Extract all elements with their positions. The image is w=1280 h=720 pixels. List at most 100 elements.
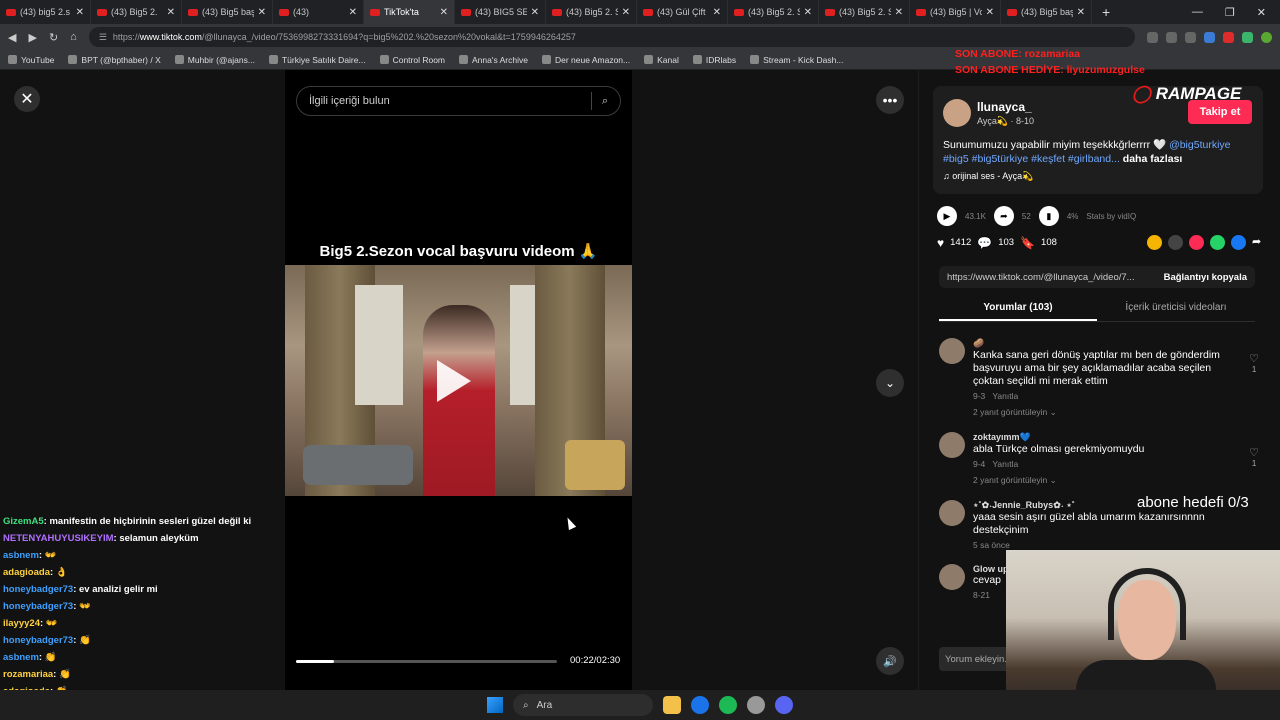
browser-tab[interactable]: (43) Big5 | Vo ✕ bbox=[910, 0, 1001, 24]
chat-user[interactable]: NETENYAHUYUSIKEYIM bbox=[3, 533, 114, 544]
close-tab-icon[interactable]: ✕ bbox=[804, 7, 812, 18]
browser-tab[interactable]: (43) Big5 2. S ✕ bbox=[546, 0, 637, 24]
comment-icon[interactable]: 💬 bbox=[977, 236, 992, 250]
next-video-button[interactable]: ⌄ bbox=[876, 369, 904, 397]
browser-tab[interactable]: (43) Big5 2. S ✕ bbox=[728, 0, 819, 24]
extension-icon[interactable] bbox=[1166, 31, 1177, 43]
close-tab-icon[interactable]: ✕ bbox=[76, 7, 84, 18]
coin-icon[interactable] bbox=[1147, 235, 1162, 250]
chat-user[interactable]: honeybadger73 bbox=[3, 584, 73, 595]
close-tab-icon[interactable]: ✕ bbox=[1077, 7, 1085, 18]
profile-avatar-icon[interactable] bbox=[1261, 31, 1272, 43]
avatar[interactable] bbox=[939, 564, 965, 590]
avatar[interactable] bbox=[939, 338, 965, 364]
chart-icon[interactable]: ▮ bbox=[1038, 206, 1059, 226]
comment-user[interactable]: 🥔 bbox=[973, 338, 1259, 349]
browser-tab[interactable]: (43) ✕ bbox=[273, 0, 364, 24]
new-tab-icon[interactable]: + bbox=[1092, 4, 1120, 20]
sound-link[interactable]: ♫ orijinal ses - Ayça💫 bbox=[943, 171, 1033, 182]
browser-tab[interactable]: (43) Big5 2. ✕ bbox=[91, 0, 182, 24]
bookmark-item[interactable]: YouTube bbox=[8, 55, 54, 65]
close-tab-icon[interactable]: ✕ bbox=[986, 7, 994, 18]
extension-icon[interactable] bbox=[1185, 31, 1196, 43]
browser-tab[interactable]: TikTok'ta ✕ bbox=[364, 0, 455, 24]
reply-button[interactable]: Yanıtla bbox=[992, 459, 1018, 469]
view-replies-button[interactable]: 2 yanıt görüntüleyin ⌄ bbox=[973, 407, 1259, 418]
close-tab-icon[interactable]: ✕ bbox=[713, 7, 721, 18]
bookmark-item[interactable]: BPT (@bpthaber) / X bbox=[68, 55, 161, 65]
extension-icon[interactable] bbox=[1223, 31, 1234, 43]
close-tab-icon[interactable]: ✕ bbox=[895, 7, 903, 18]
whatsapp-icon[interactable] bbox=[1210, 235, 1225, 250]
tab-comments[interactable]: Yorumlar (103) bbox=[939, 298, 1097, 321]
video-frame[interactable] bbox=[285, 265, 632, 496]
close-window-icon[interactable]: ✕ bbox=[1257, 6, 1266, 19]
heart-icon[interactable]: ♥ bbox=[937, 236, 944, 250]
chat-user[interactable]: GizemA5 bbox=[3, 516, 44, 527]
facebook-icon[interactable] bbox=[1231, 235, 1246, 250]
bookmark-item[interactable]: Anna's Archive bbox=[459, 55, 528, 65]
minimize-icon[interactable]: — bbox=[1192, 6, 1203, 19]
embed-icon[interactable] bbox=[1168, 235, 1183, 250]
more-link[interactable]: daha fazlası bbox=[1123, 153, 1183, 165]
close-tab-icon[interactable]: ✕ bbox=[349, 7, 357, 18]
url-field[interactable]: ☰ https://www.tiktok.com/@llunayca_/vide… bbox=[88, 27, 1135, 47]
browser-tab[interactable]: (43) Gül Çift ✕ bbox=[637, 0, 728, 24]
extension-icon[interactable] bbox=[1204, 31, 1215, 43]
reload-icon[interactable]: ↻ bbox=[49, 31, 58, 44]
copy-link-button[interactable]: Bağlantıyı kopyala bbox=[1164, 272, 1247, 283]
back-icon[interactable]: ◀ bbox=[8, 31, 16, 44]
forward-icon[interactable]: ▶ bbox=[28, 31, 36, 44]
close-tab-icon[interactable]: ✕ bbox=[440, 7, 448, 18]
browser-tab[interactable]: (43) BIG5 SE ✕ bbox=[455, 0, 546, 24]
avatar[interactable] bbox=[943, 99, 971, 127]
avatar[interactable] bbox=[939, 432, 965, 458]
volume-button[interactable]: 🔊 bbox=[876, 647, 904, 675]
close-tab-icon[interactable]: ✕ bbox=[622, 7, 630, 18]
play-icon[interactable] bbox=[437, 360, 471, 402]
mention-link[interactable]: @big5turkiye bbox=[1169, 139, 1230, 151]
hashtags[interactable]: #big5 #big5türkiye #keşfet #girlband... bbox=[943, 153, 1120, 165]
maximize-icon[interactable]: ❐ bbox=[1225, 6, 1235, 19]
creator-name[interactable]: llunayca_ bbox=[977, 100, 1032, 114]
file-explorer-icon[interactable] bbox=[663, 696, 681, 714]
home-icon[interactable]: ⌂ bbox=[70, 31, 77, 43]
more-options-button[interactable]: ••• bbox=[876, 86, 904, 114]
chat-user[interactable]: rozamariaa bbox=[3, 669, 53, 680]
taskbar-search[interactable]: ⌕ Ara bbox=[513, 694, 653, 716]
tab-creator-videos[interactable]: İçerik üreticisi videoları bbox=[1097, 298, 1255, 321]
spotify-icon[interactable] bbox=[719, 696, 737, 714]
reply-button[interactable]: Yanıtla bbox=[992, 391, 1018, 401]
bookmark-item[interactable]: Türkiye Satılık Daire... bbox=[268, 55, 366, 65]
chat-user[interactable]: honeybadger73 bbox=[3, 635, 73, 646]
close-button[interactable]: ✕ bbox=[14, 86, 40, 112]
forward-share-icon[interactable]: ➦ bbox=[1252, 235, 1267, 250]
comment-user[interactable]: zoktayımm💙 bbox=[973, 432, 1259, 443]
bookmark-item[interactable]: Control Room bbox=[379, 55, 445, 65]
bookmark-item[interactable]: Der neue Amazon... bbox=[541, 55, 630, 65]
browser-tab[interactable]: (43) Big5 baş ✕ bbox=[1001, 0, 1092, 24]
extension-icon[interactable] bbox=[1147, 31, 1158, 43]
view-replies-button[interactable]: 2 yanıt görüntüleyin ⌄ bbox=[973, 475, 1259, 486]
bookmark-item[interactable]: IDRlabs bbox=[692, 55, 736, 65]
chat-user[interactable]: asbnem bbox=[3, 550, 39, 561]
chrome-icon[interactable] bbox=[691, 696, 709, 714]
avatar[interactable] bbox=[939, 500, 965, 526]
browser-tab[interactable]: (43) big5 2.s ✕ bbox=[0, 0, 91, 24]
bookmark-item[interactable]: Kanal bbox=[644, 55, 679, 65]
site-info-icon[interactable]: ☰ bbox=[99, 32, 107, 43]
send-icon[interactable] bbox=[1189, 235, 1204, 250]
share-icon[interactable]: ➦ bbox=[993, 206, 1014, 226]
video-progress-bar[interactable] bbox=[296, 660, 557, 663]
close-tab-icon[interactable]: ✕ bbox=[167, 7, 175, 18]
search-icon[interactable]: ⌕ bbox=[602, 95, 608, 108]
comment-like[interactable]: ♡ 1 bbox=[1249, 446, 1259, 468]
search-input[interactable]: İlgili içeriği bulun ⌕ bbox=[296, 86, 621, 116]
browser-tab[interactable]: (43) Big5 2. S ✕ bbox=[819, 0, 910, 24]
comment-like[interactable]: ♡ 1 bbox=[1249, 352, 1259, 374]
bookmark-item[interactable]: Muhbir (@ajans... bbox=[174, 55, 255, 65]
app-icon[interactable] bbox=[747, 696, 765, 714]
chat-user[interactable]: honeybadger73 bbox=[3, 601, 73, 612]
chat-user[interactable]: adagioada bbox=[3, 567, 50, 578]
extension-icon[interactable] bbox=[1242, 31, 1253, 43]
